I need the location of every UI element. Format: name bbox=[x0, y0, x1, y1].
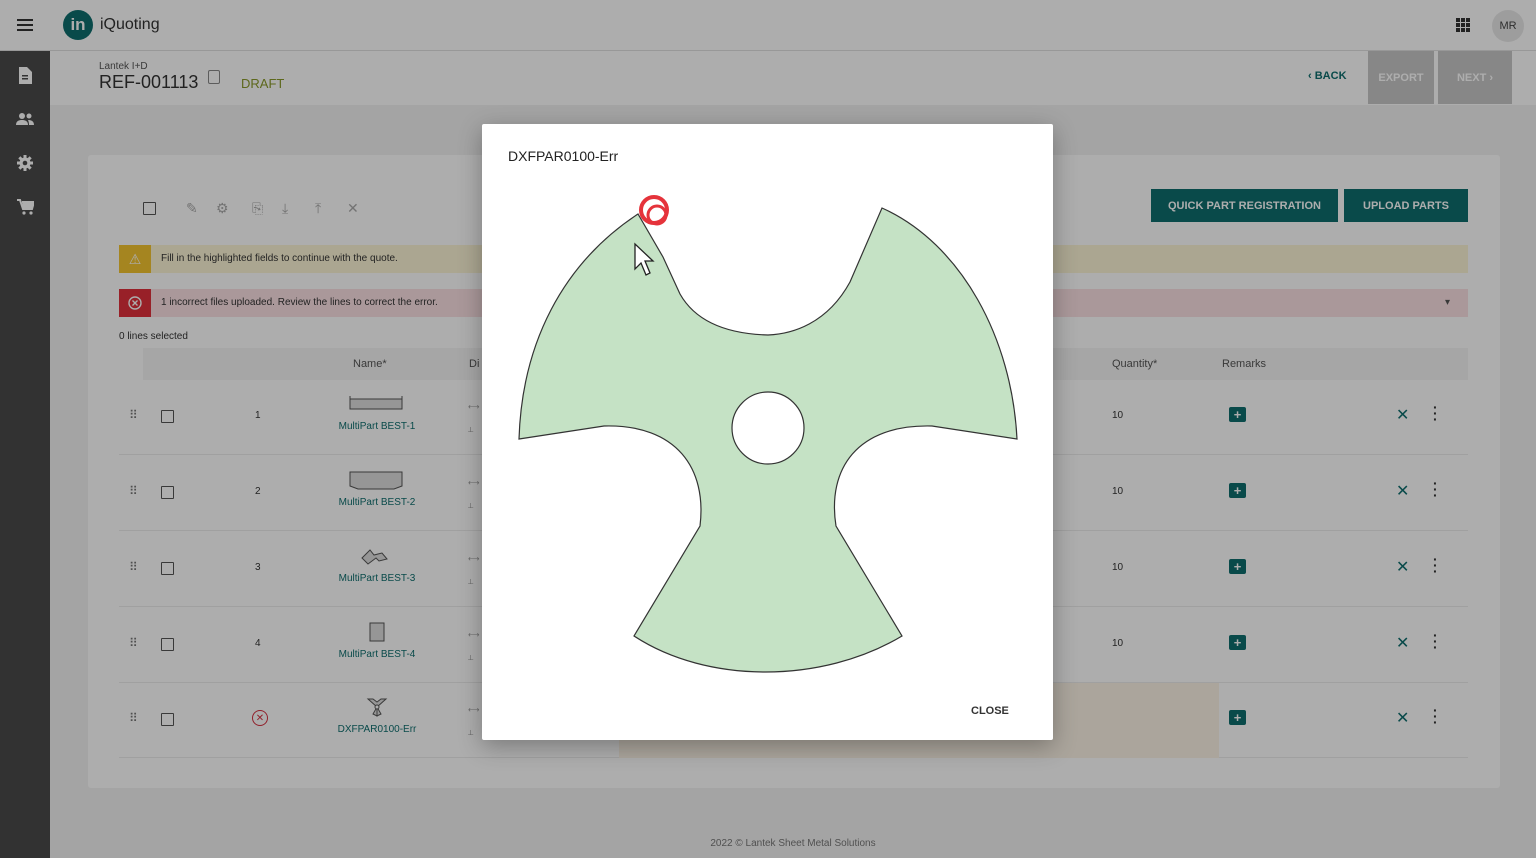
error-marker-icon bbox=[639, 195, 669, 226]
part-hole bbox=[731, 391, 805, 465]
part-preview-canvas bbox=[518, 195, 1018, 673]
close-button[interactable]: CLOSE bbox=[971, 705, 1009, 717]
part-preview-dialog: DXFPAR0100-Err CLOSE bbox=[482, 124, 1053, 740]
